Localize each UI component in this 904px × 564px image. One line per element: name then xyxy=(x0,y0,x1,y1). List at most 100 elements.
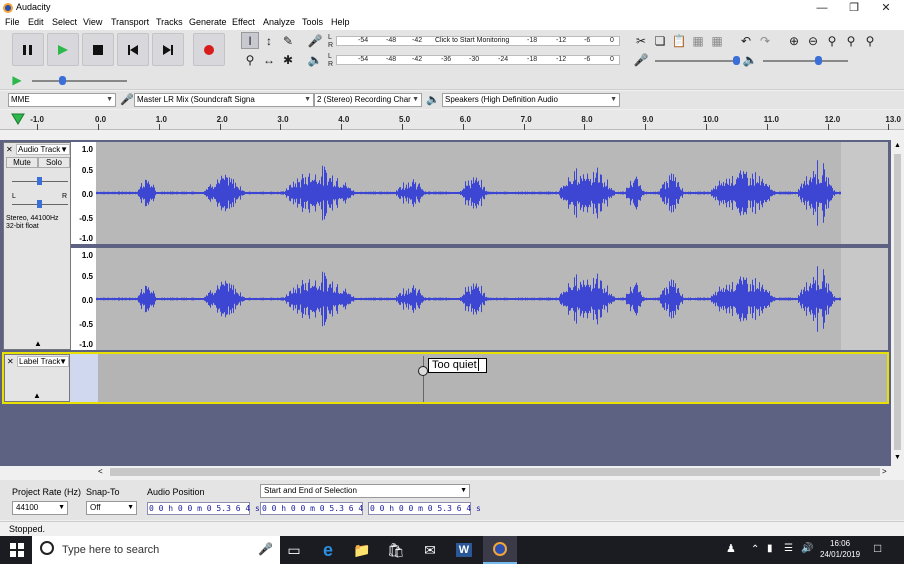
menu-select[interactable]: Select xyxy=(52,17,77,27)
label-anchor-icon[interactable] xyxy=(418,366,428,376)
horizontal-scroll-thumb[interactable] xyxy=(110,468,880,476)
record-meter-mic-icon[interactable]: 🎤 xyxy=(306,32,324,49)
mail-icon[interactable]: ✉ xyxy=(413,536,447,564)
gain-thumb[interactable] xyxy=(37,177,42,185)
fit-selection-button[interactable]: ⚲ xyxy=(823,32,841,49)
audacity-taskbar-icon[interactable] xyxy=(483,536,517,564)
notifications-icon[interactable]: □ xyxy=(874,541,881,555)
waveform-channel-1[interactable] xyxy=(96,142,888,244)
menu-effect[interactable]: Effect xyxy=(232,17,255,27)
recording-volume-thumb[interactable] xyxy=(733,56,740,65)
selection-mode-select[interactable]: Start and End of Selection ▼ xyxy=(260,484,470,498)
clock-time[interactable]: 16:06 xyxy=(830,539,850,548)
timeshift-tool-button[interactable]: ↔ xyxy=(260,51,278,68)
start-monitoring-label[interactable]: Click to Start Monitoring xyxy=(435,37,509,44)
channel-2-scale[interactable]: 1.0 0.5 0.0 -0.5 -1.0 xyxy=(71,248,96,350)
vertical-scrollbar[interactable]: ▲ ▼ xyxy=(891,140,904,466)
scroll-left-icon[interactable]: < xyxy=(98,467,103,476)
horizontal-scrollbar[interactable]: < > xyxy=(96,466,891,478)
track-close-icon[interactable]: ✕ xyxy=(7,357,14,366)
playback-device-select[interactable]: Speakers (High Definition Audio ▼ xyxy=(442,93,620,107)
play-meter-speaker-icon[interactable]: 🔈 xyxy=(306,51,324,68)
collapse-track-icon[interactable]: ▲ xyxy=(26,339,50,348)
playback-volume-thumb[interactable] xyxy=(815,56,822,65)
project-rate-select[interactable]: 44100 ▼ xyxy=(12,501,68,515)
restore-button[interactable]: ❐ xyxy=(838,0,870,16)
windows-start-button[interactable] xyxy=(0,536,34,564)
menu-view[interactable]: View xyxy=(83,17,102,27)
stop-button[interactable] xyxy=(82,33,114,66)
envelope-tool-button[interactable]: ↕ xyxy=(260,32,278,49)
draw-tool-button[interactable]: ✎ xyxy=(279,32,297,49)
trim-button[interactable]: ▦ xyxy=(689,32,707,49)
scroll-right-icon[interactable]: > xyxy=(882,467,887,476)
volume-icon[interactable]: 🔊 xyxy=(801,543,813,554)
solo-button[interactable]: Solo xyxy=(38,157,70,168)
scroll-down-icon[interactable]: ▼ xyxy=(894,454,901,461)
task-view-icon[interactable]: ▭ xyxy=(277,536,311,564)
play-speed-slider[interactable] xyxy=(32,80,127,82)
skip-to-start-button[interactable] xyxy=(117,33,149,66)
selection-start-time[interactable]: 0 0 h 0 0 m 0 5.3 6 4 s xyxy=(260,502,373,515)
channels-select[interactable]: 2 (Stereo) Recording Char ▼ xyxy=(314,93,422,107)
playback-volume-slider[interactable] xyxy=(763,60,848,62)
snap-to-select[interactable]: Off ▼ xyxy=(86,501,137,515)
menu-file[interactable]: File xyxy=(5,17,20,27)
play-button[interactable] xyxy=(47,33,79,66)
people-icon[interactable]: ♟ xyxy=(726,542,736,555)
menu-generate[interactable]: Generate xyxy=(189,17,227,27)
clock-date[interactable]: 24/01/2019 xyxy=(820,550,860,559)
vertical-scroll-thumb[interactable] xyxy=(894,154,901,450)
menu-tracks[interactable]: Tracks xyxy=(156,17,183,27)
collapse-track-icon[interactable]: ▲ xyxy=(25,391,49,400)
label-track-name-menu[interactable]: Label Track ▼ xyxy=(17,356,69,367)
menu-edit[interactable]: Edit xyxy=(28,17,44,27)
waveform-channel-2[interactable] xyxy=(96,248,888,350)
fit-project-button[interactable]: ⚲ xyxy=(842,32,860,49)
undo-button[interactable]: ↶ xyxy=(737,32,755,49)
network-icon[interactable]: ☰ xyxy=(784,543,793,554)
mute-button[interactable]: Mute xyxy=(6,157,38,168)
menu-tools[interactable]: Tools xyxy=(302,17,323,27)
zoom-out-button[interactable]: ⊖ xyxy=(804,32,822,49)
menu-analyze[interactable]: Analyze xyxy=(263,17,295,27)
word-icon[interactable]: W xyxy=(447,536,481,564)
label-track-area[interactable] xyxy=(98,354,887,402)
multi-tool-button[interactable]: ✱ xyxy=(279,51,297,68)
pin-play-head-icon[interactable] xyxy=(11,113,25,125)
zoom-tool-button[interactable]: ⚲ xyxy=(241,51,259,68)
selection-end-time[interactable]: 0 0 h 0 0 m 0 5.3 6 4 s xyxy=(368,502,481,515)
track-name-menu[interactable]: Audio Track ▼ xyxy=(16,144,70,155)
store-icon[interactable]: 🛍 xyxy=(379,536,413,564)
pause-button[interactable] xyxy=(12,33,44,66)
redo-button[interactable]: ↷ xyxy=(756,32,774,49)
cut-button[interactable]: ✂ xyxy=(632,32,650,49)
file-explorer-icon[interactable]: 📁 xyxy=(345,536,379,564)
audio-host-select[interactable]: MME ▼ xyxy=(8,93,116,107)
battery-icon[interactable]: ▮ xyxy=(767,543,773,554)
scroll-up-icon[interactable]: ▲ xyxy=(894,142,901,149)
zoom-toggle-button[interactable]: ⚲ xyxy=(861,32,879,49)
channel-1-scale[interactable]: 1.0 0.5 0.0 -0.5 -1.0 xyxy=(71,142,96,244)
copy-button[interactable]: ❏ xyxy=(651,32,669,49)
menu-help[interactable]: Help xyxy=(331,17,350,27)
menu-transport[interactable]: Transport xyxy=(111,17,149,27)
close-window-button[interactable]: ✕ xyxy=(870,0,902,16)
selection-tool-button[interactable]: I xyxy=(241,32,259,49)
track-close-icon[interactable]: ✕ xyxy=(6,145,13,154)
skip-to-end-button[interactable] xyxy=(152,33,184,66)
edge-browser-icon[interactable]: e xyxy=(311,536,345,564)
silence-button[interactable]: ▦ xyxy=(708,32,726,49)
recording-device-select[interactable]: Master LR Mix (Soundcraft Signa ▼ xyxy=(134,93,314,107)
recording-volume-slider[interactable] xyxy=(655,60,740,62)
minimize-button[interactable]: — xyxy=(806,0,838,16)
audio-position-time[interactable]: 0 0 h 0 0 m 0 5.3 6 4 s xyxy=(147,502,260,515)
paste-button[interactable]: 📋 xyxy=(670,32,688,49)
label-text-box[interactable]: Too quiet xyxy=(428,358,487,373)
play-speed-thumb[interactable] xyxy=(59,76,66,85)
play-at-speed-button[interactable]: ▶ xyxy=(8,71,26,88)
show-hidden-icons[interactable]: ⌃ xyxy=(751,544,759,555)
zoom-in-button[interactable]: ⊕ xyxy=(785,32,803,49)
pan-thumb[interactable] xyxy=(37,200,42,208)
taskbar-search-box[interactable]: Type here to search 🎤 xyxy=(32,536,280,564)
